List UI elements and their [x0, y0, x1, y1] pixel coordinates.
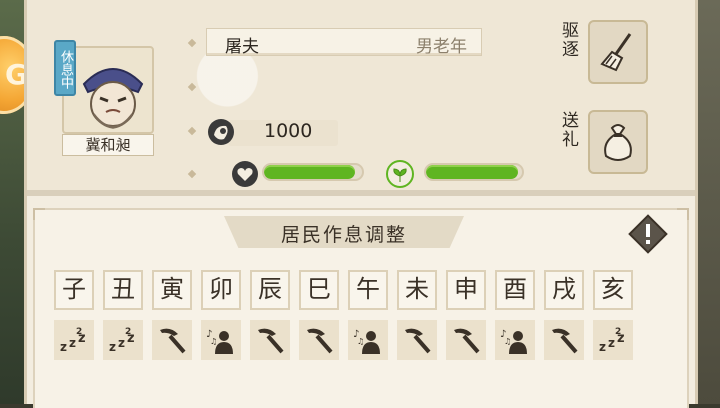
gift-label: 送礼 [562, 111, 579, 150]
money-pouch-icon [206, 117, 236, 151]
expel-button[interactable] [588, 20, 648, 84]
hour-cell: 申 [446, 270, 486, 310]
hour-cell: 卯 [201, 270, 241, 310]
hour-cell: 巳 [299, 270, 339, 310]
hour-cell: 戌 [544, 270, 584, 310]
svg-text:2: 2 [125, 327, 131, 337]
rest-status-badge: 休息中 [54, 40, 76, 96]
activity-cell[interactable] [250, 320, 290, 360]
mood-bar-fill [426, 165, 519, 179]
svg-text:♫: ♫ [504, 337, 511, 346]
activity-cell[interactable]: zzz2 [54, 320, 94, 360]
resident-avatar [78, 54, 148, 138]
activity-cell[interactable] [299, 320, 339, 360]
activity-cell[interactable] [152, 320, 192, 360]
svg-text:z: z [60, 340, 67, 354]
activity-cell[interactable]: zzz2 [593, 320, 633, 360]
health-bar [262, 163, 364, 181]
resident-portrait[interactable]: 休息中 [54, 40, 154, 134]
svg-text:z: z [608, 336, 615, 350]
pickaxe-icon [307, 328, 333, 354]
activity-cell[interactable]: ♪ ♫ [495, 320, 535, 360]
hour-cell: 丑 [103, 270, 143, 310]
job-name: 屠夫 [225, 37, 259, 57]
frame-corner [33, 208, 45, 220]
svg-text:♫: ♫ [357, 337, 364, 346]
pickaxe-icon [454, 328, 480, 354]
sleep-icon: z z z2 [109, 327, 135, 354]
section-divider [27, 190, 695, 196]
resident-name: 冀和昶 [62, 134, 154, 156]
activity-cell[interactable]: zzz2 [103, 320, 143, 360]
pickaxe-icon [160, 328, 186, 354]
frame-corner [677, 208, 689, 220]
warning-icon [628, 214, 668, 254]
music-person-icon: ♪♫ [500, 329, 527, 354]
svg-text:z: z [118, 336, 125, 350]
hour-cell: 酉 [495, 270, 535, 310]
gender-age: 男老年 [416, 37, 467, 57]
expel-label: 驱逐 [562, 21, 579, 60]
svg-text:z: z [109, 340, 116, 354]
pickaxe-icon [405, 328, 431, 354]
activity-cell[interactable]: ♪ ♫ [348, 320, 388, 360]
svg-text:z: z [599, 340, 606, 354]
svg-text:2: 2 [615, 327, 621, 337]
svg-text:♫: ♫ [210, 337, 217, 346]
activity-cell[interactable] [544, 320, 584, 360]
game-scene-right-edge [698, 0, 720, 404]
hour-cell: 辰 [250, 270, 290, 310]
broom-icon [600, 33, 632, 72]
activity-cell[interactable] [397, 320, 437, 360]
job-field: 屠夫 男老年 [206, 28, 482, 57]
music-person-icon: ♪♫ [206, 329, 233, 354]
music-person-icon: ♪♫ [353, 329, 380, 354]
warning-button[interactable] [628, 214, 668, 258]
hour-cell: 未 [397, 270, 437, 310]
svg-text:z: z [69, 336, 76, 350]
mood-leaf-icon [385, 160, 415, 192]
heart-icon [230, 160, 260, 192]
pickaxe-icon [258, 328, 284, 354]
hour-cell: 午 [348, 270, 388, 310]
schedule-title: 居民作息调整 [280, 224, 407, 246]
gift-bag-icon [604, 124, 632, 161]
hour-cell: 寅 [152, 270, 192, 310]
gift-button[interactable] [588, 110, 648, 174]
health-bar-fill [264, 165, 356, 179]
pickaxe-icon [552, 328, 578, 354]
activity-cell[interactable]: ♪ ♫ [201, 320, 241, 360]
svg-text:2: 2 [76, 327, 82, 337]
sleep-icon: z z z2 [60, 327, 86, 354]
hour-cell: 亥 [593, 270, 633, 310]
mood-bar [424, 163, 524, 181]
sleep-icon: z z z2 [599, 327, 625, 354]
hour-cell: 子 [54, 270, 94, 310]
activity-cell[interactable] [446, 320, 486, 360]
money-value: 1000 [264, 120, 313, 142]
